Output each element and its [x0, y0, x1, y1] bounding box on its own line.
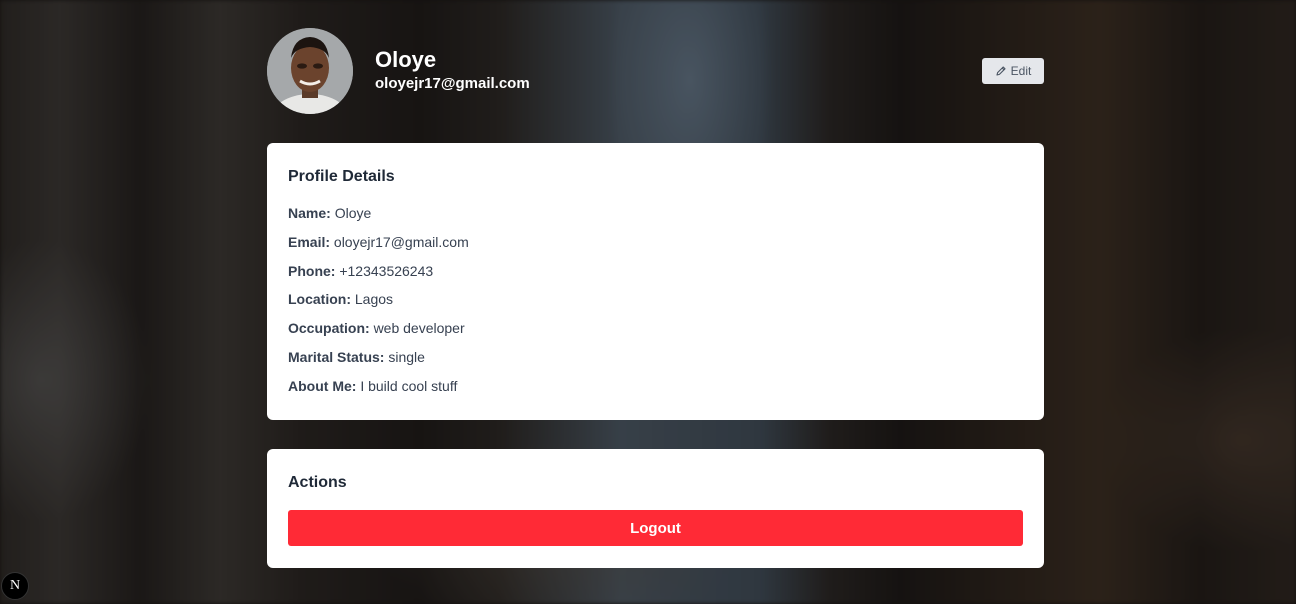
profile-identity: Oloye oloyejr17@gmail.com	[375, 47, 530, 94]
profile-header: Oloye oloyejr17@gmail.com Edit	[267, 28, 1044, 114]
actions-title: Actions	[288, 474, 347, 491]
actions-card: Actions Logout	[267, 449, 1044, 568]
profile-email: oloyejr17@gmail.com	[375, 75, 530, 92]
detail-value: Lagos	[354, 291, 394, 308]
detail-value: +12343526243	[339, 262, 434, 279]
detail-row-occupation: Occupation: web developer	[288, 319, 1023, 348]
detail-row-location: Location: Lagos	[288, 290, 1023, 319]
detail-value: I build cool stuff	[360, 377, 458, 394]
avatar	[267, 28, 353, 114]
detail-label: Email:	[288, 233, 331, 250]
detail-row-phone: Phone: +12343526243	[288, 262, 1023, 291]
detail-label: Phone:	[288, 262, 336, 279]
profile-name: Oloye	[375, 47, 437, 72]
pencil-icon	[996, 66, 1006, 76]
nextjs-dev-indicator-icon[interactable]: N	[1, 572, 29, 600]
detail-label: Location:	[288, 291, 351, 308]
detail-label: Name:	[288, 205, 331, 221]
detail-row-email: Email: oloyejr17@gmail.com	[288, 233, 1023, 262]
detail-row-marital-status: Marital Status: single	[288, 348, 1023, 377]
detail-value: single	[388, 348, 425, 365]
detail-value: oloyejr17@gmail.com	[333, 233, 469, 250]
detail-value: Oloye	[334, 205, 372, 221]
profile-details-title: Profile Details	[288, 168, 395, 185]
profile-details-card: Profile Details Name: Oloye Email: oloye…	[267, 143, 1044, 420]
logout-button[interactable]: Logout	[288, 510, 1023, 546]
detail-label: Marital Status:	[288, 348, 385, 365]
details-list: Name: Oloye Email: oloyejr17@gmail.com P…	[288, 204, 1023, 406]
avatar-photo	[267, 28, 353, 114]
detail-row-name: Name: Oloye	[288, 204, 1023, 233]
detail-label: About Me:	[288, 377, 357, 394]
edit-button-label: Edit	[1010, 64, 1032, 78]
edit-button[interactable]: Edit	[982, 58, 1044, 84]
detail-value: web developer	[373, 320, 465, 337]
detail-row-about-me: About Me: I build cool stuff	[288, 377, 1023, 406]
profile-page: Oloye oloyejr17@gmail.com Edit Profile D…	[267, 28, 1044, 568]
detail-label: Occupation:	[288, 320, 370, 337]
